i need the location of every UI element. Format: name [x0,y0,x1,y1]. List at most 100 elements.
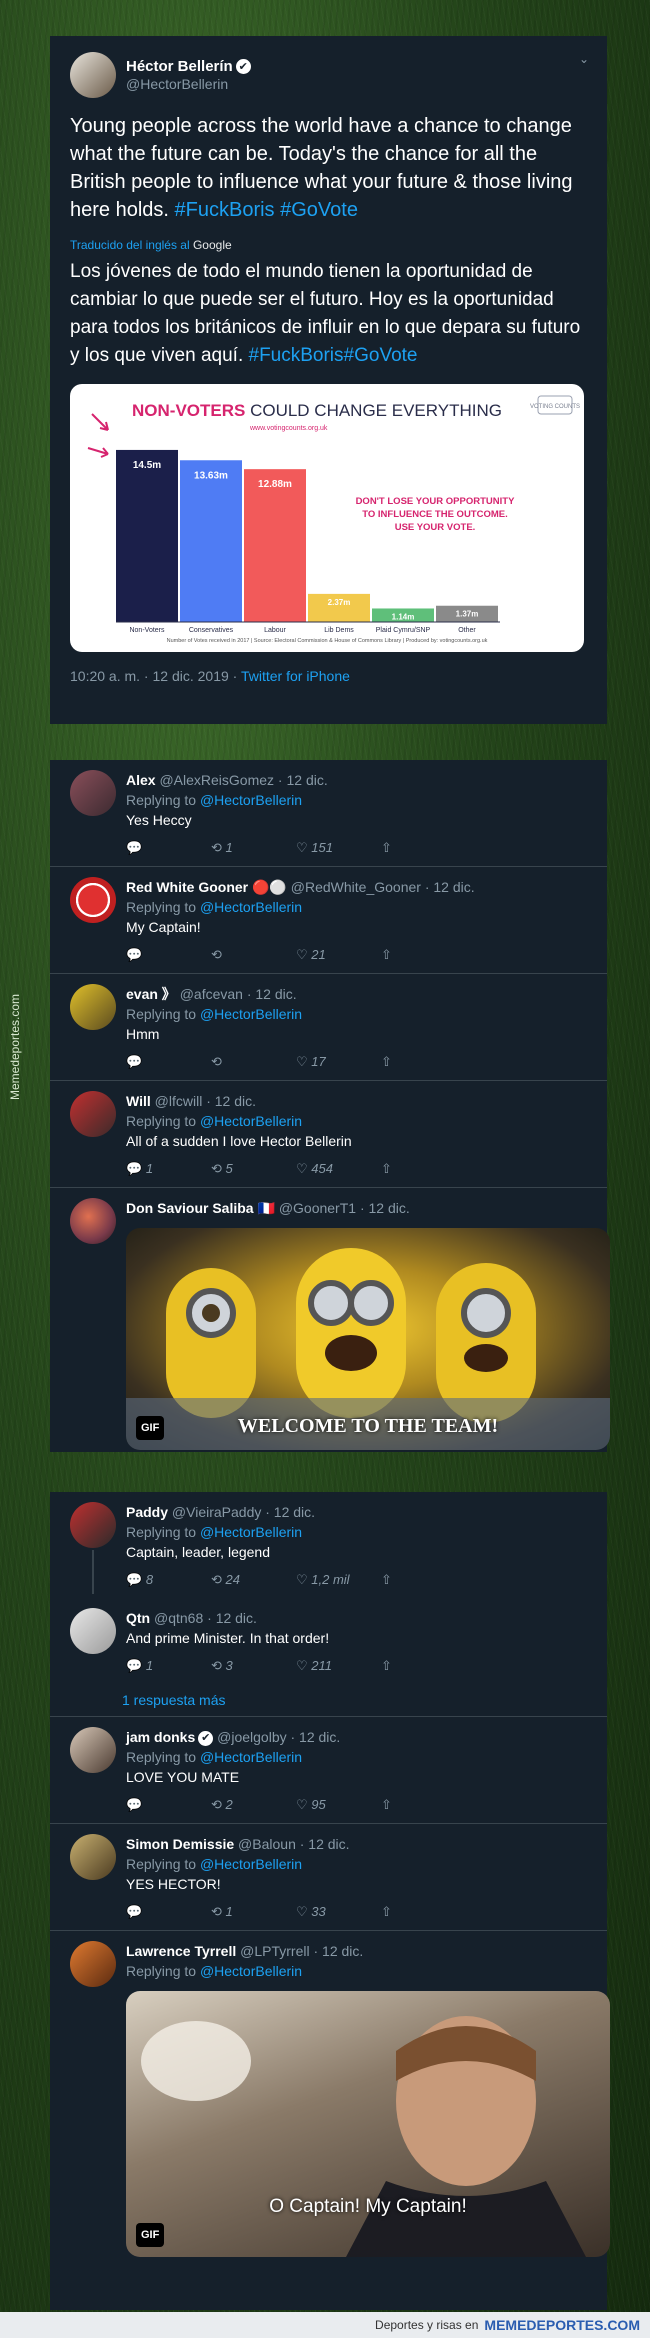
reply-handle[interactable]: @AlexReisGomez · 12 dic. [159,772,327,788]
like-icon[interactable]: ♡ 17 [296,1052,381,1072]
reply-jamdonks[interactable]: jam donks ✔ @joelgolby · 12 dic. Replying… [50,1717,607,1824]
like-icon[interactable]: ♡ 211 [296,1656,381,1676]
chart-image[interactable]: NON-VOTERS COULD CHANGE EVERYTHING www.vo… [70,384,584,652]
reply-handle[interactable]: @afcevan · 12 dic. [180,986,297,1002]
mention-link[interactable]: @HectorBellerin [200,1856,302,1872]
retweet-icon[interactable]: ⟲ 2 [211,1795,296,1815]
avatar[interactable] [70,1834,116,1880]
chevron-down-icon[interactable]: ⌄ [579,52,589,66]
mention-link[interactable]: @HectorBellerin [200,899,302,915]
translated-hashtags[interactable]: #FuckBoris#GoVote [249,345,418,366]
retweet-icon[interactable]: ⟲ 3 [211,1656,296,1676]
reply-text: Yes Heccy [126,812,192,828]
arrow-icon [87,447,109,458]
reply-author[interactable]: Red White Gooner 🔴⚪ [126,879,287,895]
reply-author[interactable]: Alex [126,772,156,788]
mention-link[interactable]: @HectorBellerin [200,1524,302,1540]
reply-icon[interactable]: 💬 1 [126,1656,211,1676]
reply-handle[interactable]: @VieiraPaddy · 12 dic. [172,1504,315,1520]
share-icon[interactable]: ⇧ [381,1795,466,1815]
reply-handle[interactable]: @LPTyrrell · 12 dic. [240,1943,363,1959]
retweet-icon[interactable]: ⟲ [211,1052,296,1072]
reply-icon[interactable]: 💬 [126,1795,211,1815]
reply-icon[interactable]: 💬 [126,945,211,965]
reply-handle[interactable]: @RedWhite_Gooner · 12 dic. [291,879,475,895]
like-icon[interactable]: ♡ 21 [296,945,381,965]
gif-media[interactable]: WELCOME TO THE TEAM! GIF [126,1228,610,1450]
like-icon[interactable]: ♡ 33 [296,1902,381,1922]
mention-link[interactable]: @HectorBellerin [200,1963,302,1979]
like-icon[interactable]: ♡ 151 [296,838,381,858]
avatar[interactable] [70,1198,116,1244]
reply-simondemissie[interactable]: Simon Demissie @Baloun · 12 dic. Replyin… [50,1824,607,1931]
mention-link[interactable]: @HectorBellerin [200,792,302,808]
share-icon[interactable]: ⇧ [381,945,466,965]
avatar[interactable] [70,52,116,98]
like-count: 1,2 mil [311,1572,350,1587]
reply-author[interactable]: Don Saviour Saliba 🇫🇷 [126,1200,275,1216]
avatar[interactable] [70,877,116,923]
gif-media[interactable]: O Captain! My Captain! GIF [126,1991,610,2257]
reply-author[interactable]: Lawrence Tyrrell [126,1943,236,1959]
chart-title: NON-VOTERS COULD CHANGE EVERYTHING [132,401,502,420]
like-icon[interactable]: ♡ 1,2 mil [296,1570,381,1590]
author-name[interactable]: Héctor Bellerín [126,58,233,75]
avatar[interactable] [70,1941,116,1987]
reply-will[interactable]: Will @lfcwill · 12 dic. Replying to @Hec… [50,1081,607,1188]
share-icon[interactable]: ⇧ [381,1570,466,1590]
avatar[interactable] [70,984,116,1030]
retweet-icon[interactable]: ⟲ 24 [211,1570,296,1590]
avatar[interactable] [70,1727,116,1773]
reply-icon[interactable]: 💬 [126,838,211,858]
mention-link[interactable]: @HectorBellerin [200,1113,302,1129]
reply-author[interactable]: evan 》 [126,986,176,1002]
reply-lawrencetyrrell[interactable]: Lawrence Tyrrell @LPTyrrell · 12 dic. Re… [50,1931,610,2257]
share-icon[interactable]: ⇧ [381,1902,466,1922]
retweet-icon[interactable]: ⟲ 1 [211,838,296,858]
reply-handle[interactable]: @GoonerT1 · 12 dic. [279,1200,410,1216]
reply-handle[interactable]: @joelgolby · 12 dic. [217,1729,340,1745]
share-icon[interactable]: ⇧ [381,1052,466,1072]
mention-link[interactable]: @HectorBellerin [200,1006,302,1022]
reply-qtn[interactable]: Qtn @qtn68 · 12 dic. And prime Minister.… [50,1598,607,1684]
share-icon[interactable]: ⇧ [381,1656,466,1676]
author-handle[interactable]: @HectorBellerin [126,76,251,92]
reply-evan[interactable]: evan 》 @afcevan · 12 dic. Replying to @H… [50,974,607,1081]
reply-author[interactable]: Will [126,1093,151,1109]
reply-icon[interactable]: 💬 [126,1052,211,1072]
avatar[interactable] [70,1502,116,1548]
timestamp-text[interactable]: 10:20 a. m. · 12 dic. 2019 · [70,668,237,684]
reply-paddy[interactable]: Paddy @VieiraPaddy · 12 dic. Replying to… [50,1492,607,1598]
reply-count: 8 [145,1572,154,1587]
reply-handle[interactable]: @lfcwill · 12 dic. [155,1093,256,1109]
translation-label[interactable]: Traducido del inglés al Google [70,238,587,252]
retweet-icon[interactable]: ⟲ 5 [211,1159,296,1179]
reply-author[interactable]: Simon Demissie [126,1836,234,1852]
mention-link[interactable]: @HectorBellerin [200,1749,302,1765]
reply-icon[interactable]: 💬 8 [126,1570,211,1590]
share-icon[interactable]: ⇧ [381,838,466,858]
footer-brand[interactable]: MEMEDEPORTES.COM [484,2317,640,2333]
reply-handle[interactable]: @Baloun · 12 dic. [238,1836,350,1852]
reply-author[interactable]: jam donks [126,1729,195,1745]
like-icon[interactable]: ♡ 95 [296,1795,381,1815]
reply-icon[interactable]: 💬 [126,1902,211,1922]
share-icon[interactable]: ⇧ [381,1159,466,1179]
tweet-hashtags[interactable]: #FuckBoris #GoVote [175,199,358,221]
reply-author[interactable]: Paddy [126,1504,168,1520]
reply-icon[interactable]: 💬 1 [126,1159,211,1179]
reply-donsavioursaliba[interactable]: Don Saviour Saliba 🇫🇷 @GoonerT1 · 12 dic… [50,1188,610,1450]
tweet-source[interactable]: Twitter for iPhone [241,668,350,684]
more-replies-link[interactable]: 1 respuesta más [50,1684,607,1717]
reply-redwhitegooner[interactable]: Red White Gooner 🔴⚪ @RedWhite_Gooner · 1… [50,867,607,974]
retweet-icon[interactable]: ⟲ [211,945,296,965]
avatar[interactable] [70,770,116,816]
reply-author[interactable]: Qtn [126,1610,150,1626]
main-tweet-card[interactable]: ⌄ Héctor Bellerín ✔ @HectorBellerin Young… [50,36,607,724]
reply-alex[interactable]: Alex @AlexReisGomez · 12 dic. Replying t… [50,760,607,867]
retweet-icon[interactable]: ⟲ 1 [211,1902,296,1922]
reply-handle[interactable]: @qtn68 · 12 dic. [154,1610,257,1626]
avatar[interactable] [70,1091,116,1137]
avatar[interactable] [70,1608,116,1654]
like-icon[interactable]: ♡ 454 [296,1159,381,1179]
